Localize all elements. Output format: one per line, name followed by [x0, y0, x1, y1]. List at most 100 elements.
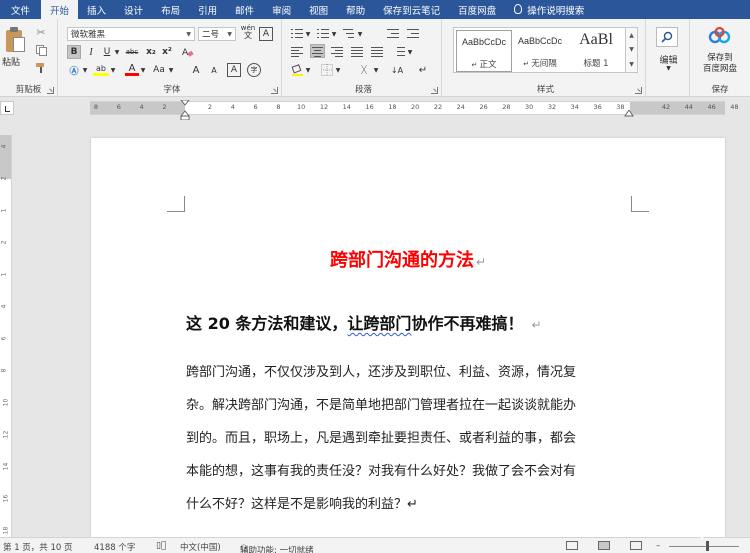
distributed-icon[interactable]: [370, 45, 384, 57]
document-page[interactable]: 跨部门沟通的方法 ↵ 这 20 条方法和建议，让跨部门协作不再难搞！ ↵ 跨部门沟通…: [91, 138, 725, 538]
word-count[interactable]: 4188 个字: [94, 541, 135, 553]
paragraph-launcher-icon[interactable]: [431, 87, 438, 94]
bullets-icon[interactable]: [290, 27, 304, 39]
page-count[interactable]: 第 1 页，共 10 页: [3, 541, 73, 553]
style-no-spacing[interactable]: AaBbCcDc ↵ 无间隔: [512, 30, 568, 72]
right-indent-marker-icon[interactable]: [624, 110, 634, 118]
phonetic-guide-button[interactable]: wén 文: [240, 25, 256, 40]
zoom-out-button[interactable]: –: [656, 541, 660, 551]
scissors-icon[interactable]: ✂: [34, 25, 48, 39]
decrease-indent-icon[interactable]: [386, 27, 400, 39]
tab-save-to-cloud-note[interactable]: 保存到云笔记: [374, 0, 449, 19]
tab-baidu-netdisk[interactable]: 百度网盘: [449, 0, 505, 19]
chevron-down-icon[interactable]: ▼: [304, 63, 312, 77]
strikethrough-button[interactable]: abc: [123, 45, 141, 59]
tab-review[interactable]: 审阅: [263, 0, 300, 19]
styles-gallery-scroll[interactable]: ▲ ▼ ▼: [626, 27, 638, 73]
tab-mailings[interactable]: 邮件: [226, 0, 263, 19]
char-border-button[interactable]: A: [259, 27, 273, 41]
line-spacing-icon[interactable]: [392, 45, 406, 57]
chevron-down-icon[interactable]: ▼: [304, 27, 312, 41]
align-right-icon[interactable]: [330, 45, 344, 57]
read-mode-icon[interactable]: [566, 541, 578, 550]
underline-button[interactable]: U: [101, 45, 113, 59]
align-center-icon[interactable]: [310, 44, 325, 58]
font-launcher-icon[interactable]: [271, 87, 278, 94]
tab-layout[interactable]: 布局: [152, 0, 189, 19]
text-effects-button[interactable]: Ⓐ: [67, 63, 81, 77]
font-color-button[interactable]: A: [125, 63, 139, 76]
copy-button[interactable]: [34, 43, 48, 57]
document-title[interactable]: 跨部门沟通的方法 ↵: [91, 246, 725, 272]
style-normal[interactable]: AaBbCcDc ↵ 正文: [456, 30, 512, 72]
tab-insert[interactable]: 插入: [78, 0, 115, 19]
tab-file[interactable]: 文件: [0, 0, 41, 19]
shrink-font-button[interactable]: A: [207, 63, 221, 77]
numbering-icon[interactable]: [316, 27, 330, 39]
subscript-button[interactable]: x₂: [145, 45, 157, 59]
bold-button[interactable]: B: [67, 45, 81, 59]
italic-button[interactable]: I: [85, 45, 97, 59]
enclose-characters-button[interactable]: 字: [247, 63, 261, 77]
vertical-ruler[interactable]: 4 2 1 2 1 4 6 8 10 12 14 16 18: [0, 135, 12, 553]
show-marks-icon[interactable]: ↵: [416, 63, 430, 77]
tell-me-search[interactable]: 操作说明搜索: [505, 0, 593, 19]
chevron-down-icon[interactable]: ▼: [406, 45, 414, 59]
multilevel-list-icon[interactable]: [342, 27, 356, 39]
chevron-down-icon[interactable]: ▼: [648, 65, 689, 72]
justify-icon[interactable]: [350, 45, 364, 57]
sort-icon[interactable]: ↓A: [390, 63, 404, 77]
chevron-down-icon[interactable]: ▼: [372, 63, 380, 77]
paste-button[interactable]: [6, 27, 26, 53]
borders-button[interactable]: [320, 63, 334, 77]
paragraph-line[interactable]: 跨部门沟通，不仅仅涉及到人，还涉及到职位、利益、资源，情况复: [186, 366, 631, 379]
tab-help[interactable]: 帮助: [337, 0, 374, 19]
chevron-down-icon[interactable]: ▼: [330, 27, 338, 41]
tab-view[interactable]: 视图: [300, 0, 337, 19]
horizontal-ruler[interactable]: 8 6 4 2 2 4 6 8 10 12 14 16 18 20 22 24 26 28 30 32 34 36 38 42…: [90, 100, 739, 120]
chevron-down-icon[interactable]: ▼: [356, 27, 364, 41]
proofing-icon[interactable]: ▯⃞: [156, 541, 166, 551]
more-icon[interactable]: ▼: [629, 61, 634, 68]
tab-selector[interactable]: [0, 101, 14, 115]
chevron-down-icon[interactable]: ▼: [334, 63, 342, 77]
chevron-down-icon[interactable]: ▼: [629, 46, 634, 53]
paragraph-line[interactable]: 什么不好？这样是不是影响我的利益？↵: [186, 498, 631, 511]
clear-formatting-button[interactable]: A: [181, 45, 195, 59]
save-to-baidu-button[interactable]: [706, 25, 734, 47]
web-layout-icon[interactable]: [630, 541, 642, 550]
highlight-button[interactable]: ab: [93, 63, 109, 76]
style-heading-1[interactable]: AaBl 标题 1: [568, 30, 624, 72]
align-left-icon[interactable]: [290, 45, 304, 57]
chevron-down-icon[interactable]: ▼: [81, 63, 89, 77]
tab-design[interactable]: 设计: [115, 0, 152, 19]
tab-references[interactable]: 引用: [189, 0, 226, 19]
change-case-button[interactable]: Aa: [151, 63, 167, 77]
grow-font-button[interactable]: A: [189, 63, 203, 77]
paragraph-line[interactable]: 本能的想，这事有我的责任没？对我有什么好处？我做了会不会对有: [186, 465, 631, 478]
chevron-down-icon[interactable]: ▼: [113, 45, 121, 59]
tab-home[interactable]: 开始: [41, 0, 79, 19]
increase-indent-icon[interactable]: [406, 27, 420, 39]
indent-marker-icon[interactable]: [180, 100, 190, 120]
asian-layout-icon[interactable]: ᚷ: [356, 63, 372, 77]
language-indicator[interactable]: 中文(中国): [180, 541, 221, 553]
paragraph-line[interactable]: 到的。而且，职场上，凡是遇到牵扯要担责任、或者利益的事，都会: [186, 432, 631, 445]
chevron-down-icon[interactable]: ▼: [109, 63, 117, 77]
zoom-slider-thumb[interactable]: [706, 541, 709, 551]
chevron-down-icon[interactable]: ▼: [139, 63, 147, 77]
styles-launcher-icon[interactable]: [635, 87, 642, 94]
find-button[interactable]: [656, 27, 678, 47]
clipboard-launcher-icon[interactable]: [47, 87, 54, 94]
font-name-combo[interactable]: 微软雅黑 ▼: [67, 27, 195, 41]
print-layout-icon[interactable]: [598, 541, 610, 550]
zoom-slider[interactable]: [669, 546, 739, 547]
font-size-combo[interactable]: 二号 ▼: [198, 27, 236, 41]
superscript-button[interactable]: x²: [161, 45, 173, 59]
document-subtitle[interactable]: 这 20 条方法和建议，让跨部门协作不再难搞！ ↵: [186, 310, 542, 334]
paragraph-line[interactable]: 杂。解决跨部门沟通，不是简单地把部门管理者拉在一起谈谈就能办: [186, 399, 631, 412]
chevron-up-icon[interactable]: ▲: [629, 32, 634, 39]
character-shading-button[interactable]: A: [227, 63, 241, 77]
format-painter-button[interactable]: [34, 61, 48, 75]
shading-button[interactable]: [290, 63, 304, 77]
